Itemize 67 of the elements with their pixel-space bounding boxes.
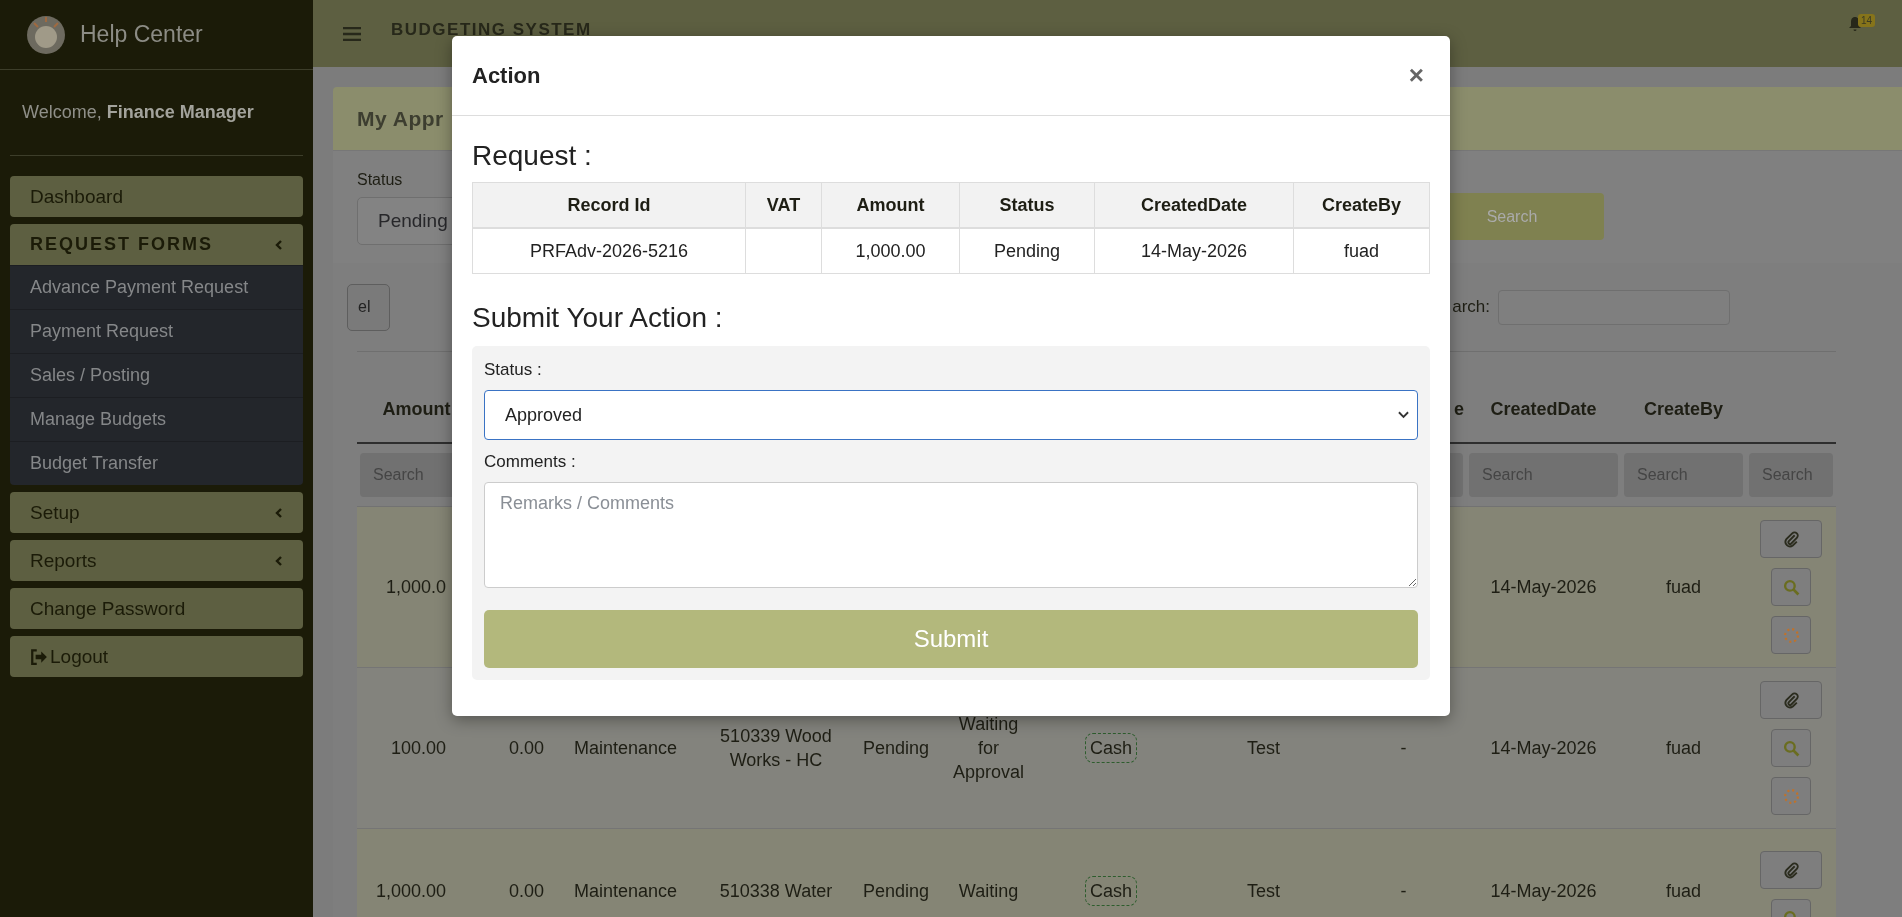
table-cell: Pending — [862, 881, 930, 901]
export-button[interactable]: el — [347, 283, 390, 331]
table-cell: Test — [1247, 881, 1280, 901]
comments-field[interactable]: Remarks / Comments — [484, 482, 1418, 588]
table-cell: - — [1400, 737, 1407, 758]
brand-name[interactable]: Help Center — [80, 21, 203, 48]
search-label: arch: — [1452, 297, 1490, 317]
table-cell: fuad — [1665, 576, 1701, 597]
section-heading: Request : — [472, 140, 593, 172]
column-header: CreatedDate — [1094, 182, 1294, 228]
table-cell: Maintenance — [573, 881, 678, 901]
table-cell: 1,000.00 — [375, 881, 446, 901]
nav-item[interactable]: Change Password — [10, 588, 303, 629]
table-cell: Waiting for Approval — [952, 713, 1024, 783]
column-header: Status — [959, 182, 1095, 228]
table-cell: 14-May-2026 — [1490, 576, 1597, 597]
column-header: Amount — [821, 182, 960, 228]
table-cell: fuad — [1293, 228, 1430, 274]
table-cell: 100.00 — [390, 737, 446, 758]
table-cell: 0.00 — [508, 737, 544, 758]
dialog-title: Action — [472, 62, 541, 89]
table-cell: Pending — [862, 737, 930, 758]
notification-badge: 14 — [1858, 13, 1876, 27]
column-header: VAT — [745, 182, 822, 228]
section-heading: Submit Your Action : — [472, 302, 724, 334]
nav-item[interactable]: Dashboard — [10, 176, 303, 217]
nav-subitem[interactable]: Advance Payment Request — [10, 265, 303, 309]
close-button[interactable]: × — [1404, 60, 1428, 91]
table-cell: 14-May-2026 — [1490, 737, 1597, 758]
status-select[interactable]: Approved — [484, 390, 1418, 440]
panel-title: My Appr — [357, 106, 444, 131]
table-cell: 1,000.0 — [385, 576, 446, 597]
welcome-text: Welcome, Finance Manager — [22, 102, 254, 123]
table-cell: fuad — [1665, 881, 1701, 901]
column-header: CreateBy — [1293, 182, 1430, 228]
column-header: Amount — [382, 399, 451, 419]
table-cell: - — [1400, 881, 1407, 901]
field-label: Comments : — [484, 452, 577, 472]
payment-tag: Cash — [1085, 732, 1137, 763]
column-header: CreateBy — [1643, 399, 1723, 419]
submit-button[interactable]: Submit — [484, 610, 1418, 668]
table-cell: 0.00 — [508, 881, 544, 901]
table-cell: Pending — [959, 228, 1095, 274]
nav-group[interactable]: Reports — [10, 540, 303, 581]
table-cell: 510338 Water — [719, 881, 833, 901]
payment-tag: Cash — [1085, 876, 1137, 906]
filter-label: Status — [357, 171, 404, 189]
column-header: e — [1454, 399, 1464, 419]
nav-group[interactable]: REQUEST FORMS — [10, 224, 303, 265]
column-header: CreatedDate — [1490, 399, 1597, 419]
nav-subitem[interactable]: Sales / Posting — [10, 353, 303, 397]
table-cell: Waiting — [958, 881, 1019, 901]
nav-group[interactable]: Setup — [10, 492, 303, 533]
column-header: Record Id — [472, 182, 746, 228]
nav-subitem[interactable]: Budget Transfer — [10, 441, 303, 485]
nav-subitem[interactable]: Manage Budgets — [10, 397, 303, 441]
logout-item[interactable]: Logout — [10, 636, 303, 677]
table-cell: PRFAdv-2026-5216 — [472, 228, 746, 274]
nav-subitem[interactable]: Payment Request — [10, 309, 303, 353]
field-label: Status : — [484, 360, 543, 380]
table-cell: 14-May-2026 — [1094, 228, 1294, 274]
table-cell: 1,000.00 — [821, 228, 960, 274]
table-cell: 510339 Wood Works - HC — [720, 725, 832, 770]
table-cell: Test — [1247, 737, 1280, 758]
table-cell: Maintenance — [573, 737, 678, 758]
table-cell: fuad — [1665, 737, 1701, 758]
table-cell: 14-May-2026 — [1490, 881, 1597, 901]
